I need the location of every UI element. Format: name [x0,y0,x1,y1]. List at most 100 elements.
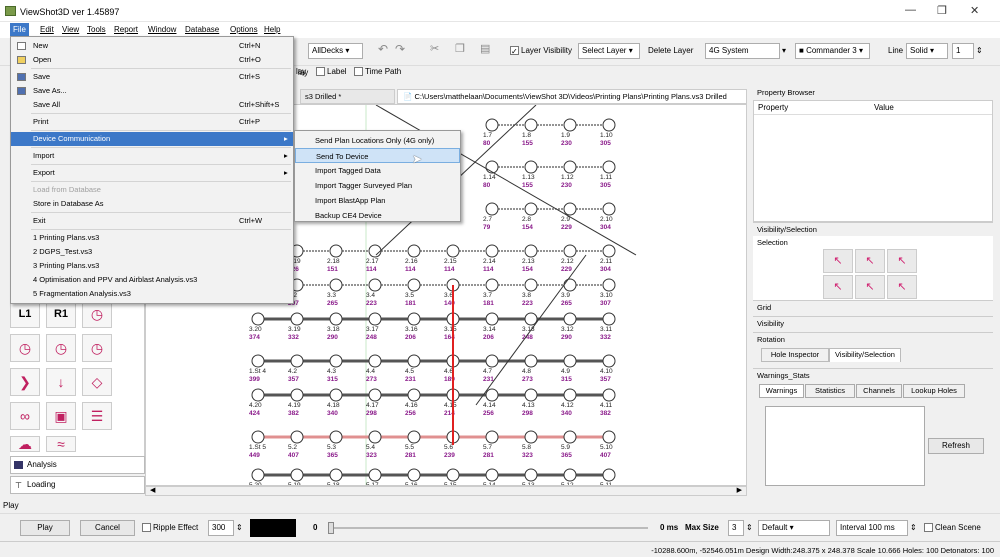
cloud-tool-icon[interactable]: ☁ [10,436,40,452]
layer-visibility-checkbox[interactable]: ✓ Layer Visibility [510,46,572,56]
chain-tool-icon[interactable]: ∞ [10,402,40,430]
blast-hole[interactable] [485,312,499,326]
submenu-import-tagger-surveyed-plan[interactable]: Import Tagger Surveyed Plan [295,178,460,193]
blast-hole[interactable] [524,160,538,174]
blast-hole[interactable] [563,468,577,482]
menu-item-recent-1[interactable]: 1 Printing Plans.vs3 [11,231,293,245]
menu-item-new[interactable]: New Ctrl+N [11,39,293,53]
tab-warnings[interactable]: Warnings [759,384,804,398]
all-decks-select[interactable]: AllDecks ▾ [308,43,363,59]
tab-visibility-selection[interactable]: Visibility/Selection [829,348,901,362]
clock-tool-icon[interactable]: ◷ [82,300,112,328]
blast-hole[interactable] [368,278,382,292]
menu-item-open[interactable]: Open Ctrl+O [11,53,293,67]
timer-b-icon[interactable]: ◷ [46,334,76,362]
blast-hole[interactable] [524,468,538,482]
blast-hole[interactable] [602,388,616,402]
ripple-effect-checkbox[interactable]: Ripple Effect [142,523,198,533]
menu-file[interactable]: File [10,23,29,37]
tab-statistics[interactable]: Statistics [805,384,855,398]
blast-hole[interactable] [290,430,304,444]
blast-hole[interactable] [602,468,616,482]
blast-hole[interactable] [368,388,382,402]
ripple-stepper-icon[interactable]: ⇕ [236,523,243,532]
menu-help[interactable]: Help [264,25,280,34]
wave-tool-icon[interactable]: ≈ [46,436,76,452]
copy-icon[interactable]: ❐ [455,42,465,55]
blast-hole[interactable] [368,354,382,368]
blast-hole[interactable] [251,354,265,368]
menu-tools[interactable]: Tools [87,25,106,34]
tool-l1[interactable]: L1 [10,300,40,328]
timer-a-icon[interactable]: ◷ [10,334,40,362]
max-size-stepper-icon[interactable]: ⇕ [746,523,753,532]
color-swatch[interactable] [250,519,296,537]
canvas-horizontal-scrollbar[interactable]: ◀ ▶ [145,486,747,496]
blast-hole[interactable] [329,244,343,258]
section-rotation[interactable]: Rotation [753,332,993,347]
blast-hole[interactable] [407,278,421,292]
menu-item-recent-5[interactable]: 5 Fragmentation Analysis.vs3 [11,287,293,301]
submenu-backup-ce4-device[interactable]: Backup CE4 Device [295,208,460,223]
arrow-down-tool-icon[interactable]: ↓ [46,368,76,396]
time-slider-handle[interactable] [328,522,334,534]
select-arrow-icon[interactable]: ↖ [887,275,917,299]
paste-icon[interactable]: ▤ [480,42,490,55]
blast-hole[interactable] [485,118,499,132]
blast-hole[interactable] [407,388,421,402]
blast-hole[interactable] [407,468,421,482]
select-row-icon[interactable]: ↖ [855,249,885,273]
blast-hole[interactable] [251,430,265,444]
blast-hole[interactable] [485,388,499,402]
tab-analysis[interactable]: Analysis [10,456,145,474]
select-line-icon[interactable]: ↖ [887,249,917,273]
menu-options[interactable]: Options [230,25,258,34]
blast-hole[interactable] [602,354,616,368]
cut-icon[interactable]: ✂ [430,42,439,55]
label-checkbox[interactable]: Label [316,67,347,77]
play-button[interactable]: Play [20,520,70,536]
line-width-spinner[interactable]: 1 [952,43,974,59]
blast-hole[interactable] [368,312,382,326]
blast-hole[interactable] [446,244,460,258]
blast-hole[interactable] [602,202,616,216]
blast-hole[interactable] [407,312,421,326]
menu-item-recent-4[interactable]: 4 Optimisation and PPV and Airblast Anal… [11,273,293,287]
submenu-import-tagged-data[interactable]: Import Tagged Data [295,163,460,178]
blast-hole[interactable] [485,160,499,174]
menu-window[interactable]: Window [148,25,176,34]
select-layer-select[interactable]: Select Layer ▾ [578,43,640,59]
blast-hole[interactable] [524,354,538,368]
menu-view[interactable]: View [62,25,79,34]
commander-select[interactable]: ■ Commander 3 ▾ [795,43,870,59]
menu-item-store-in-database[interactable]: Store in Database As [11,197,293,211]
blast-hole[interactable] [251,312,265,326]
time-path-checkbox[interactable]: Time Path [354,67,401,77]
blast-hole[interactable] [602,160,616,174]
menu-item-export[interactable]: Export ▸ [11,166,293,180]
tab-file-path[interactable]: 📄 C:\Users\matthelaan\Documents\ViewShot… [397,89,747,104]
blast-hole[interactable] [524,430,538,444]
ripple-value-input[interactable]: 300 [208,520,234,536]
menu-item-save-as[interactable]: Save As... [11,84,293,98]
tab-lookup-holes[interactable]: Lookup Holes [903,384,965,398]
blast-hole[interactable] [251,468,265,482]
blast-hole[interactable] [524,244,538,258]
blast-hole[interactable] [368,468,382,482]
default-select[interactable]: Default ▾ [758,520,830,536]
time-slider[interactable] [328,527,648,529]
blast-hole[interactable] [329,430,343,444]
blast-hole[interactable] [407,430,421,444]
refresh-button[interactable]: Refresh [928,438,984,454]
blast-hole[interactable] [329,312,343,326]
blast-hole[interactable] [485,430,499,444]
close-button[interactable]: ✕ [970,4,979,17]
blast-hole[interactable] [563,278,577,292]
blast-hole[interactable] [368,430,382,444]
blast-hole[interactable] [368,244,382,258]
blast-hole[interactable] [251,388,265,402]
blast-hole[interactable] [290,388,304,402]
interval-stepper-icon[interactable]: ⇕ [910,523,917,532]
undo-icon[interactable]: ↶ [378,42,388,56]
blast-hole[interactable] [329,278,343,292]
